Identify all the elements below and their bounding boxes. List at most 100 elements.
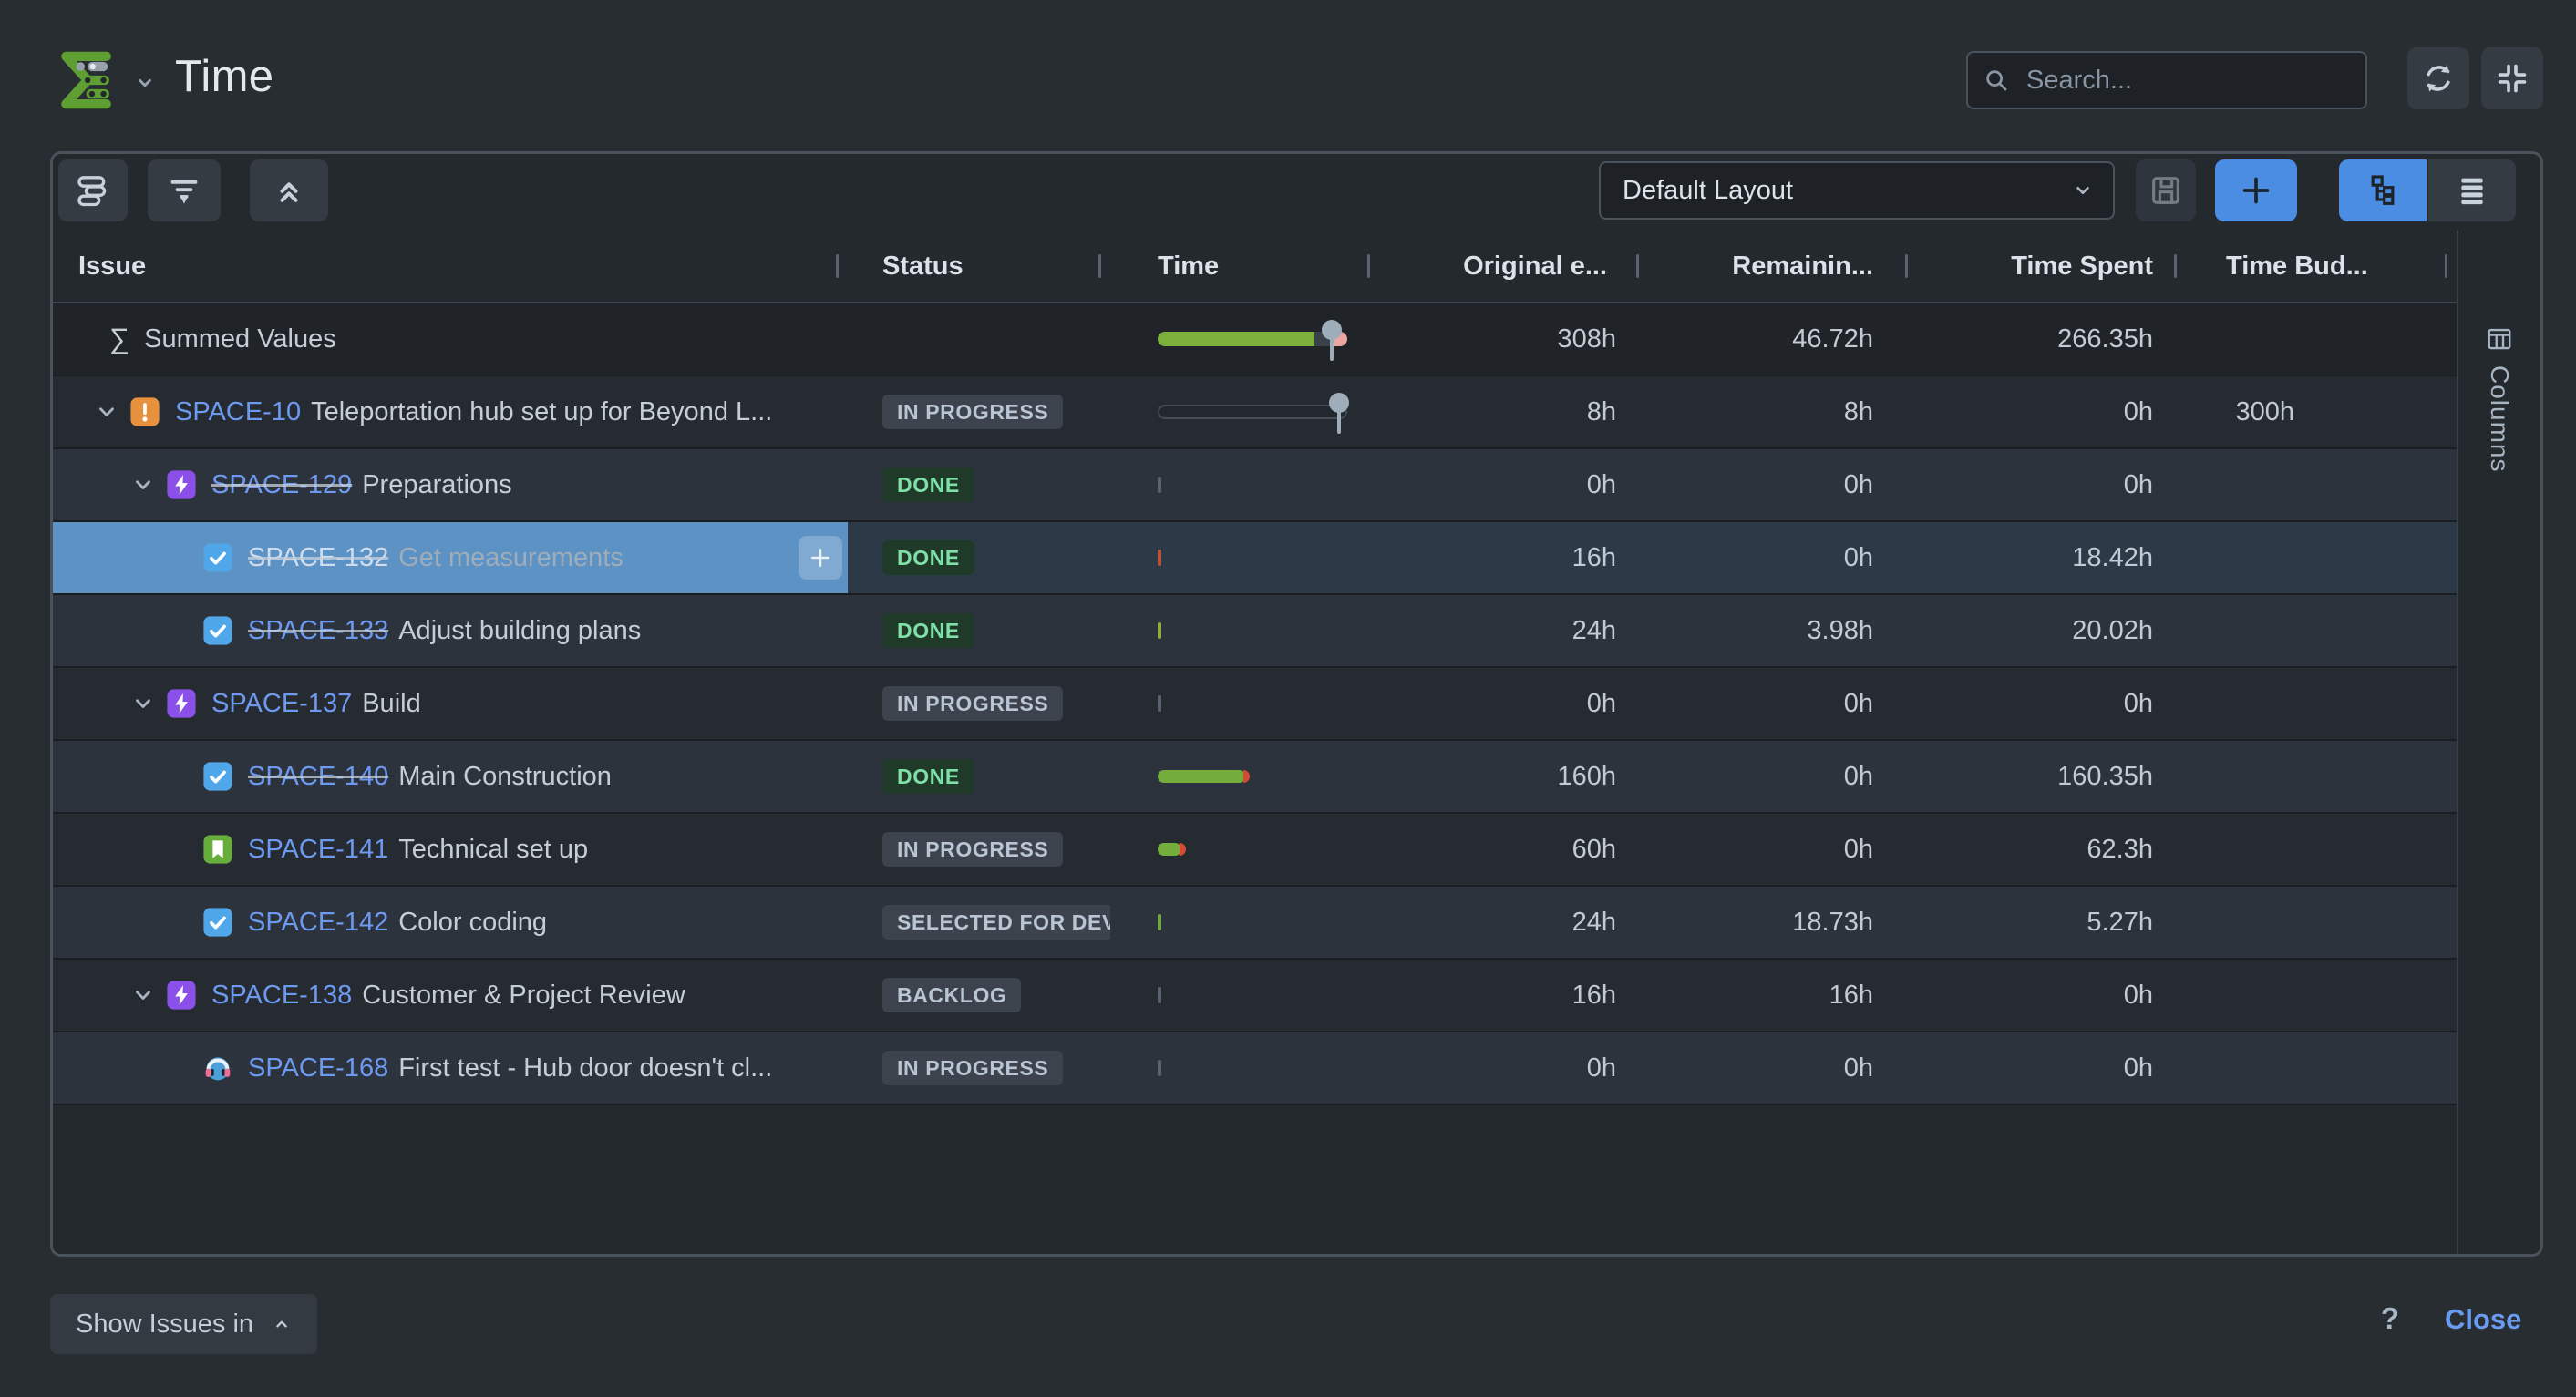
issue-row[interactable]: SPACE-141Technical set upIN PROGRESS60h0… [53,814,2457,887]
column-resize-handle[interactable] [1367,254,1370,278]
time-spent-cell[interactable]: 20.02h [1917,595,2186,666]
column-resize-handle[interactable] [836,254,839,278]
help-button[interactable]: ? [2370,1301,2410,1336]
original-estimate-cell[interactable]: 24h [1379,595,1648,666]
column-resize-handle[interactable] [1098,254,1101,278]
issue-key-link[interactable]: SPACE-133 [248,616,388,646]
col-header-issue[interactable]: Issue [53,231,848,302]
columns-panel-tab[interactable]: Columns [2485,325,2514,472]
time-budget-cell[interactable] [2186,887,2457,958]
status-badge[interactable]: DONE [882,467,974,502]
layout-selector[interactable]: Default Layout [1599,161,2115,220]
column-resize-handle[interactable] [1636,254,1639,278]
original-estimate-cell[interactable]: 160h [1379,741,1648,812]
issue-row[interactable]: SPACE-140Main ConstructionDONE160h0h160.… [53,741,2457,814]
show-issues-in-button[interactable]: Show Issues in [50,1294,317,1354]
original-estimate-cell[interactable]: 24h [1379,887,1648,958]
issue-row[interactable]: SPACE-137BuildIN PROGRESS0h0h0h [53,668,2457,741]
expand-chevron-icon[interactable] [131,692,166,715]
collapse-window-button[interactable] [2481,47,2543,109]
status-badge[interactable]: IN PROGRESS [882,686,1063,721]
status-badge[interactable]: BACKLOG [882,978,1021,1012]
status-badge[interactable]: DONE [882,540,974,575]
col-header-status[interactable]: Status [848,231,1110,302]
expand-chevron-icon[interactable] [95,400,129,424]
remaining-estimate-cell[interactable]: 3.98h [1648,595,1917,666]
search-input[interactable] [2025,65,2372,97]
col-header-time-budget[interactable]: Time Bud... [2186,231,2457,302]
time-spent-cell[interactable]: 18.42h [1917,522,2186,593]
time-spent-cell[interactable]: 62.3h [1917,814,2186,885]
remaining-estimate-cell[interactable]: 0h [1648,668,1917,739]
time-spent-cell[interactable]: 160.35h [1917,741,2186,812]
issue-key-link[interactable]: SPACE-10 [175,397,301,427]
status-badge[interactable]: IN PROGRESS [882,1051,1063,1085]
status-badge[interactable]: SELECTED FOR DEV [882,905,1110,940]
issue-key-link[interactable]: SPACE-142 [248,908,388,938]
close-button[interactable]: Close [2445,1303,2521,1336]
issue-key-link[interactable]: SPACE-138 [211,981,352,1011]
column-resize-handle[interactable] [2445,254,2447,278]
expand-chevron-icon[interactable] [131,473,166,497]
time-spent-cell[interactable]: 0h [1917,449,2186,520]
expand-chevron-icon[interactable] [131,983,166,1007]
time-budget-cell[interactable] [2186,960,2457,1031]
issue-key-link[interactable]: SPACE-129 [211,470,352,500]
save-layout-button[interactable] [2136,159,2196,221]
time-budget-cell[interactable] [2186,741,2457,812]
logo-menu-chevron-icon[interactable] [133,71,157,95]
remaining-estimate-cell[interactable]: 0h [1648,449,1917,520]
col-header-time-spent[interactable]: Time Spent [1917,231,2186,302]
refresh-button[interactable] [2407,47,2469,109]
remaining-estimate-cell[interactable]: 18.73h [1648,887,1917,958]
list-view-toggle[interactable] [2428,159,2516,221]
structure-logo-button[interactable] [50,46,119,115]
status-badge[interactable]: IN PROGRESS [882,832,1063,867]
remaining-estimate-cell[interactable]: 0h [1648,741,1917,812]
issue-row[interactable]: SPACE-132Get measurementsDONE16h0h18.42h [53,522,2457,595]
filter-button[interactable] [148,159,221,221]
issue-row[interactable]: SPACE-142Color codingSELECTED FOR DEV24h… [53,887,2457,960]
collapse-all-button[interactable] [250,159,328,221]
issue-key-link[interactable]: SPACE-137 [211,689,352,719]
original-estimate-cell[interactable]: 0h [1379,668,1648,739]
time-budget-cell[interactable] [2186,668,2457,739]
issue-key-link[interactable]: SPACE-141 [248,835,388,865]
status-badge[interactable]: DONE [882,759,974,794]
issue-row[interactable]: SPACE-138Customer & Project ReviewBACKLO… [53,960,2457,1032]
issue-key-link[interactable]: SPACE-140 [248,762,388,792]
status-badge[interactable]: DONE [882,613,974,648]
time-budget-cell[interactable] [2186,522,2457,593]
issue-key-link[interactable]: SPACE-132 [248,543,388,573]
group-by-button[interactable] [58,159,128,221]
time-budget-cell[interactable] [2186,595,2457,666]
issue-row[interactable]: SPACE-133Adjust building plansDONE24h3.9… [53,595,2457,668]
original-estimate-cell[interactable]: 0h [1379,449,1648,520]
original-estimate-cell[interactable]: 16h [1379,960,1648,1031]
status-badge[interactable]: IN PROGRESS [882,395,1063,429]
issue-row[interactable]: SPACE-10Teleportation hub set up for Bey… [53,376,2457,449]
time-budget-cell[interactable] [2186,814,2457,885]
time-budget-cell[interactable] [2186,1032,2457,1104]
original-estimate-cell[interactable]: 8h [1379,376,1648,447]
remaining-estimate-cell[interactable]: 0h [1648,522,1917,593]
remaining-estimate-cell[interactable]: 8h [1648,376,1917,447]
remaining-estimate-cell[interactable]: 0h [1648,1032,1917,1104]
issue-row[interactable]: SPACE-168First test - Hub door doesn't c… [53,1032,2457,1105]
time-budget-cell[interactable] [2186,449,2457,520]
time-spent-cell[interactable]: 0h [1917,1032,2186,1104]
column-resize-handle[interactable] [1905,254,1908,278]
remaining-estimate-cell[interactable]: 0h [1648,814,1917,885]
add-button[interactable] [2215,159,2297,221]
column-resize-handle[interactable] [2174,254,2177,278]
time-spent-cell[interactable]: 0h [1917,960,2186,1031]
time-spent-cell[interactable]: 0h [1917,668,2186,739]
tree-view-toggle[interactable] [2339,159,2427,221]
issue-row[interactable]: SPACE-129PreparationsDONE0h0h0h [53,449,2457,522]
gauge-pin[interactable] [1322,320,1342,361]
remaining-estimate-cell[interactable]: 16h [1648,960,1917,1031]
add-issue-button[interactable] [799,536,842,580]
time-spent-cell[interactable]: 5.27h [1917,887,2186,958]
col-header-remaining-estimate[interactable]: Remainin... [1648,231,1917,302]
time-spent-cell[interactable]: 0h [1917,376,2186,447]
